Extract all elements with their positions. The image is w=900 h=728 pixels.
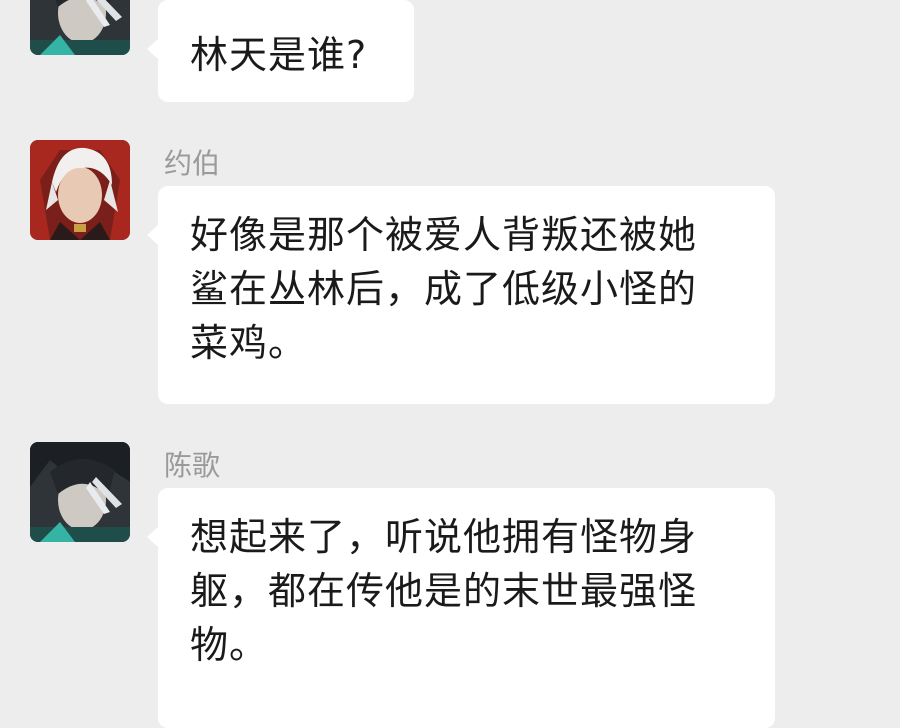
sender-name: 陈歌: [164, 449, 221, 482]
message-line: 鲨在丛林后，成了低级小怪的: [190, 267, 698, 311]
message-bubble[interactable]: 好像是那个被爱人背叛还被她 鲨在丛林后，成了低级小怪的 菜鸡。: [147, 186, 775, 404]
message-line: 想起来了，听说他拥有怪物身: [190, 515, 698, 559]
sender-name: 约伯: [164, 147, 221, 180]
message-line: 菜鸡。: [190, 321, 308, 365]
message-line: 好像是那个被爱人背叛还被她: [190, 213, 698, 257]
avatar-chen-ge[interactable]: [30, 0, 130, 55]
message-bubble[interactable]: 想起来了，听说他拥有怪物身 躯，都在传他是的末世最强怪 物。: [147, 488, 775, 728]
message-text: 林天是谁?: [190, 33, 368, 77]
message-line: 躯，都在传他是的末世最强怪: [190, 569, 698, 613]
chat-message-list[interactable]: 林天是谁? 约伯 好像是那个被爱人背叛还被她 鲨在丛林后，成了低级小怪的 菜鸡。: [0, 0, 900, 728]
avatar-yue-bo[interactable]: [30, 140, 130, 240]
white-haired-man-avatar-icon: [30, 140, 130, 240]
avatar-chen-ge[interactable]: [30, 442, 130, 542]
dark-haired-man-avatar-icon: [30, 0, 130, 55]
message-line: 物。: [190, 623, 269, 667]
message-bubble[interactable]: 林天是谁?: [147, 0, 414, 102]
dark-haired-man-avatar-icon: [30, 442, 130, 542]
